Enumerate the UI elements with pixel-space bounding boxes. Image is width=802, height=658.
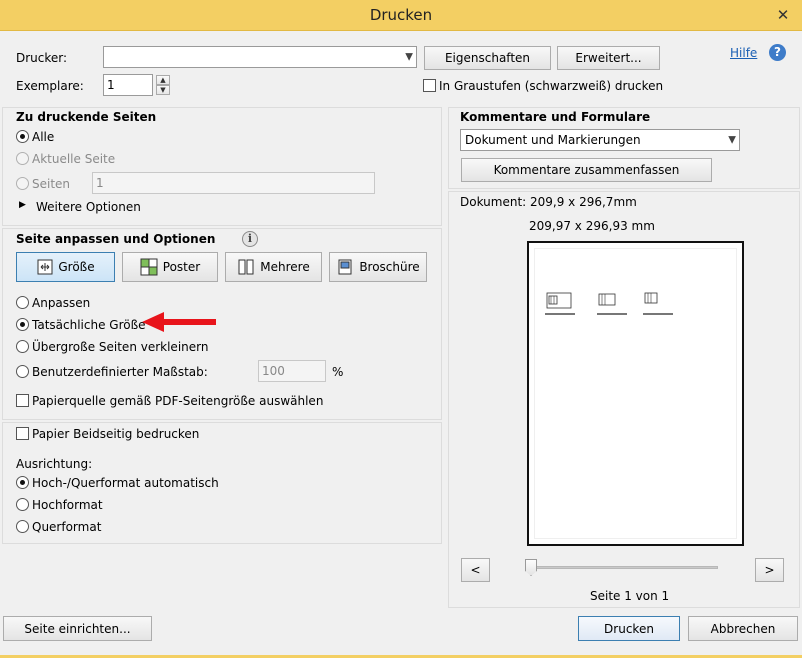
fit-radio[interactable] (16, 296, 29, 309)
chevron-down-icon: ▼ (405, 51, 413, 63)
pages-current-radio[interactable] (16, 152, 29, 165)
copies-up-button[interactable]: ▲ (156, 75, 170, 85)
page-setup-button[interactable]: Seite einrichten... (3, 616, 152, 641)
sizing-heading: Seite anpassen und Optionen (16, 232, 216, 246)
poster-button-label: Poster (162, 260, 201, 274)
orientation-portrait-label: Hochformat (32, 498, 103, 512)
size-button-label: Größe (58, 260, 95, 274)
print-button[interactable]: Drucken (578, 616, 680, 641)
pages-all-label: Alle (32, 130, 55, 144)
orientation-auto-label: Hoch-/Querformat automatisch (32, 476, 219, 490)
preview-page (535, 249, 736, 538)
printer-label: Drucker: (16, 51, 68, 65)
close-icon[interactable]: ✕ (771, 4, 795, 26)
pages-range-input[interactable] (92, 172, 375, 194)
window-title: Drucken (369, 6, 433, 24)
help-icon[interactable]: ? (769, 44, 786, 61)
grayscale-checkbox[interactable] (423, 79, 436, 92)
shrink-label: Übergroße Seiten verkleinern (32, 340, 209, 354)
comments-heading: Kommentare und Formulare (460, 110, 651, 124)
pages-range-radio[interactable] (16, 177, 29, 190)
info-icon[interactable]: i (242, 231, 258, 247)
cancel-button[interactable]: Abbrechen (688, 616, 798, 641)
booklet-icon (338, 259, 352, 275)
paper-source-label: Papierquelle gemäß PDF-Seitengröße auswä… (32, 394, 324, 408)
size-icon (37, 259, 53, 275)
multiple-pages-icon (238, 259, 254, 275)
percent-label: % (332, 365, 344, 379)
comments-select-value: Dokument und Markierungen (465, 133, 641, 147)
printer-select[interactable]: ▼ (103, 46, 417, 68)
size-button[interactable]: Größe (16, 252, 115, 282)
comments-select[interactable]: Dokument und Markierungen ▼ (460, 129, 740, 151)
paper-size-label: 209,97 x 296,93 mm (529, 219, 655, 233)
fit-label: Anpassen (32, 296, 91, 310)
poster-button[interactable]: Poster (122, 252, 218, 282)
preview-content-icon (545, 292, 673, 315)
print-preview (527, 241, 744, 546)
actual-size-radio[interactable] (16, 318, 29, 331)
page-indicator: Seite 1 von 1 (590, 589, 670, 603)
more-options-link[interactable]: Weitere Optionen (36, 200, 141, 214)
copies-label: Exemplare: (16, 79, 84, 93)
next-page-button[interactable]: > (755, 558, 784, 582)
pages-heading: Zu druckende Seiten (16, 110, 157, 124)
multiple-button[interactable]: Mehrere (225, 252, 322, 282)
prev-page-button[interactable]: < (461, 558, 490, 582)
shrink-radio[interactable] (16, 340, 29, 353)
advanced-button[interactable]: Erweitert... (557, 46, 660, 70)
multiple-button-label: Mehrere (260, 260, 310, 274)
properties-button[interactable]: Eigenschaften (424, 46, 551, 70)
orientation-portrait-radio[interactable] (16, 498, 29, 511)
orientation-landscape-label: Querformat (32, 520, 102, 534)
paper-source-checkbox[interactable] (16, 394, 29, 407)
custom-scale-label: Benutzerdefinierter Maßstab: (32, 365, 208, 379)
poster-icon (140, 258, 158, 276)
pages-all-radio[interactable] (16, 130, 29, 143)
custom-scale-radio[interactable] (16, 365, 29, 378)
orientation-landscape-radio[interactable] (16, 520, 29, 533)
grayscale-label: In Graustufen (schwarzweiß) drucken (439, 79, 664, 93)
chevron-down-icon: ▼ (728, 134, 736, 146)
summarize-comments-button[interactable]: Kommentare zusammenfassen (461, 158, 712, 182)
orientation-label: Ausrichtung: (16, 457, 93, 471)
duplex-checkbox[interactable] (16, 427, 29, 440)
pages-current-label: Aktuelle Seite (32, 152, 116, 166)
booklet-button-label: Broschüre (359, 260, 420, 274)
duplex-label: Papier Beidseitig bedrucken (32, 427, 200, 441)
orientation-auto-radio[interactable] (16, 476, 29, 489)
red-arrow-icon (142, 312, 216, 332)
copies-down-button[interactable]: ▼ (156, 85, 170, 95)
pages-range-label: Seiten (32, 177, 71, 191)
expand-triangle-icon[interactable]: ▶ (19, 200, 26, 210)
copies-input[interactable] (103, 74, 153, 96)
help-link[interactable]: Hilfe (730, 46, 757, 60)
custom-scale-input[interactable] (258, 360, 326, 382)
actual-size-label: Tatsächliche Größe (32, 318, 146, 332)
booklet-button[interactable]: Broschüre (329, 252, 427, 282)
document-size-label: Dokument: 209,9 x 296,7mm (460, 195, 637, 209)
page-slider-track[interactable] (528, 566, 718, 569)
